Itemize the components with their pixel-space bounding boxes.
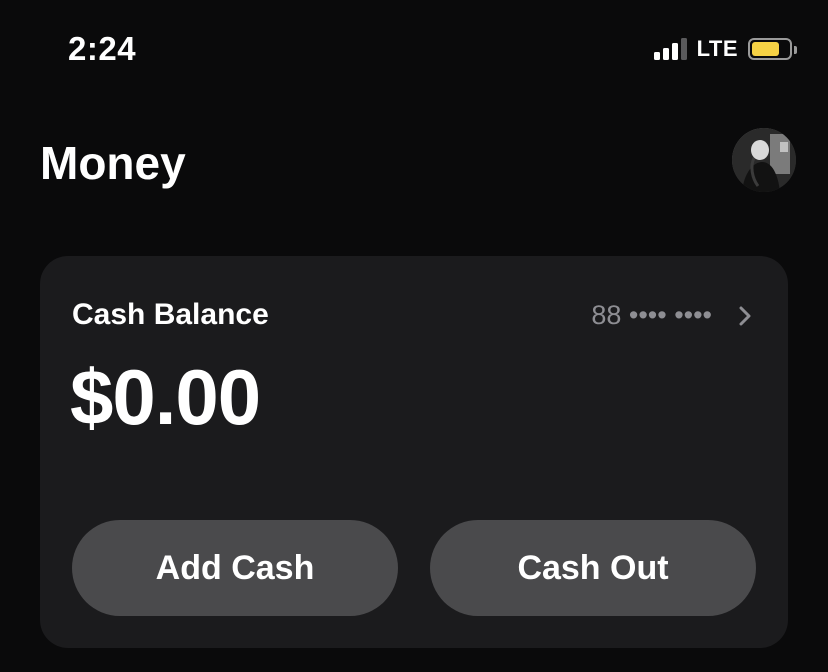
profile-avatar[interactable] bbox=[732, 128, 796, 192]
cash-out-button[interactable]: Cash Out bbox=[430, 520, 756, 616]
cash-balance-amount: $0.00 bbox=[70, 353, 261, 441]
cash-balance-label: Cash Balance bbox=[72, 298, 269, 331]
cellular-signal-icon bbox=[653, 38, 687, 60]
network-type: LTE bbox=[696, 36, 738, 61]
money-screen: 2:24 LTE Money Cash Balance 88 •••• •••• bbox=[0, 0, 828, 672]
status-time: 2:24 bbox=[68, 30, 137, 67]
page-title: Money bbox=[40, 137, 186, 189]
profile-photo-icon bbox=[732, 128, 796, 192]
account-details-link[interactable]: 88 •••• •••• bbox=[591, 300, 752, 331]
battery-level bbox=[752, 42, 779, 56]
cash-balance-card[interactable]: Cash Balance 88 •••• •••• $0.00 Add Cash… bbox=[40, 256, 788, 648]
chevron-right-icon bbox=[739, 306, 751, 325]
battery-icon bbox=[748, 38, 797, 60]
status-indicators: LTE bbox=[653, 36, 797, 62]
add-cash-button[interactable]: Add Cash bbox=[72, 520, 398, 616]
account-number-masked: 88 •••• •••• bbox=[591, 300, 712, 330]
